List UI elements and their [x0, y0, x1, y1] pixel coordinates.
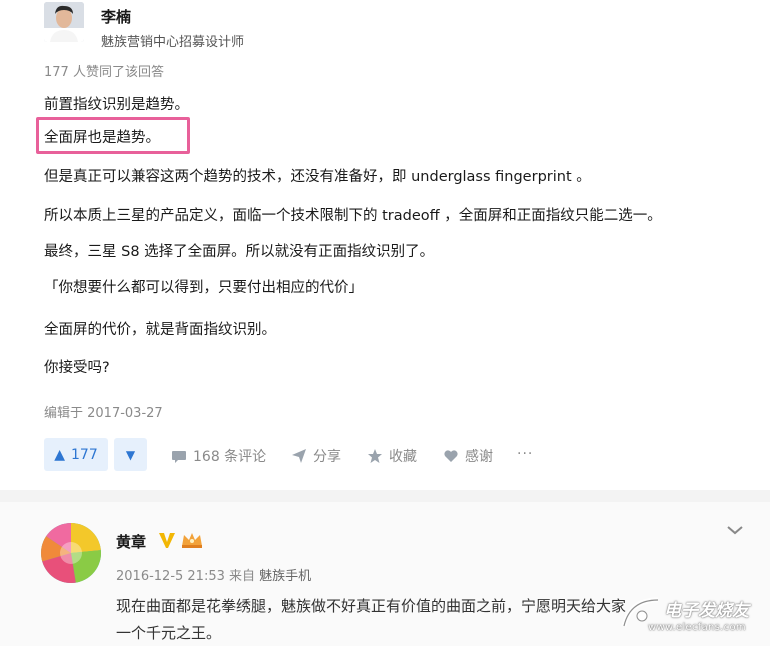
agree-count-text: 177 人赞同了该回答	[44, 65, 164, 80]
answer-card: 李楠 魅族营销中心招募设计师 177 人赞同了该回答 前置指纹识别是趋势。 全面…	[0, 0, 770, 490]
answer-paragraph: 所以本质上三星的产品定义，面临一个技术限制下的 tradeoff ，全面屏和正面…	[44, 208, 662, 224]
thanks-label: 感谢	[465, 449, 493, 465]
downvote-button[interactable]: ▼	[114, 438, 147, 471]
answer-paragraph: 你接受吗?	[44, 360, 110, 376]
upvote-count: 177	[71, 446, 98, 463]
highlight-box	[36, 117, 190, 154]
answer-paragraph: 前置指纹识别是趋势。	[44, 97, 189, 113]
watermark-url: www.elecfans.com	[648, 622, 746, 633]
author-avatar[interactable]	[44, 2, 84, 42]
edited-date[interactable]: 编辑于 2017-03-27	[44, 402, 163, 421]
comments-label: 168 条评论	[193, 449, 267, 465]
weibo-author-name[interactable]: 黄章	[116, 531, 146, 552]
heart-icon	[444, 450, 458, 462]
triangle-up-icon: ▲	[54, 446, 66, 463]
answer-paragraph: 最终，三星 S8 选择了全面屏。所以就没有正面指纹识别了。	[44, 244, 435, 260]
favorite-button[interactable]: 收藏	[367, 446, 417, 466]
author-name[interactable]: 李楠	[101, 6, 131, 27]
share-button[interactable]: 分享	[291, 446, 341, 466]
weibo-date: 2016-12-5 21:53	[116, 569, 225, 584]
member-crown-icon	[181, 531, 203, 553]
more-dots-icon: ···	[517, 446, 534, 462]
thanks-button[interactable]: 感谢	[443, 446, 493, 466]
verified-v-icon	[157, 530, 177, 554]
share-label: 分享	[313, 449, 341, 465]
star-icon	[368, 449, 382, 463]
answer-paragraph-quote: 「你想要什么都可以得到，只要付出相应的代价」	[44, 280, 363, 296]
answer-paragraph: 但是真正可以兼容这两个趋势的技术，还没有准备好，即 underglass fin…	[44, 169, 591, 185]
card-separator	[0, 490, 770, 502]
author-headline: 魅族营销中心招募设计师	[101, 35, 245, 50]
chevron-down-icon[interactable]	[726, 522, 744, 541]
weibo-meta: 2016-12-5 21:53 来自 魅族手机	[116, 565, 311, 584]
comments-button[interactable]: 168 条评论	[171, 446, 266, 466]
weibo-source-link[interactable]: 魅族手机	[259, 569, 311, 584]
comment-bubble-icon	[172, 451, 186, 463]
upvote-button[interactable]: ▲ 177	[44, 438, 108, 471]
weibo-avatar[interactable]	[40, 522, 102, 584]
more-options-button[interactable]: ···	[517, 446, 533, 462]
watermark-brand: 电子发烧友	[664, 601, 749, 621]
favorite-label: 收藏	[389, 449, 417, 465]
triangle-down-icon: ▼	[125, 447, 136, 462]
answer-paragraph: 全面屏的代价，就是背面指纹识别。	[44, 322, 276, 338]
weibo-via: 来自	[229, 569, 256, 584]
paper-plane-icon	[292, 449, 306, 463]
